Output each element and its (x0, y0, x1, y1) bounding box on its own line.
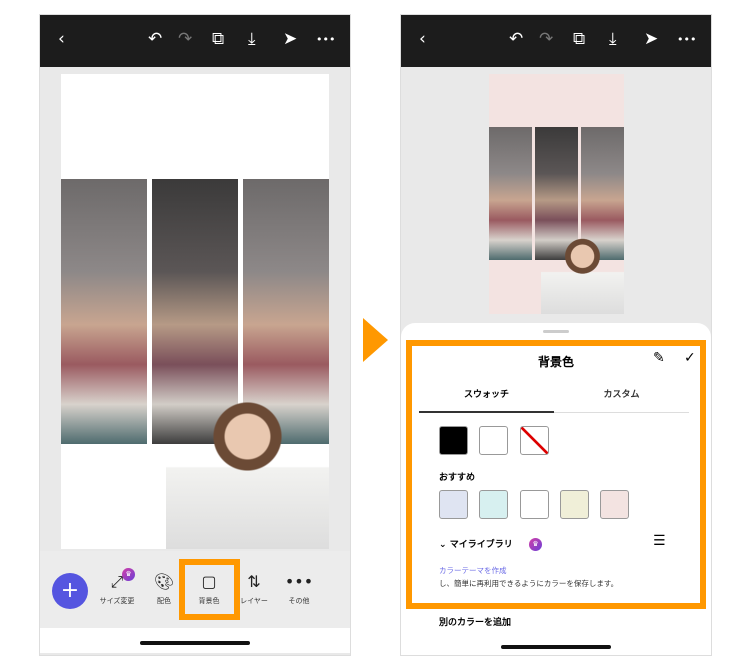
home-indicator (501, 645, 611, 649)
design-canvas[interactable] (489, 74, 624, 314)
add-button[interactable]: + (52, 573, 88, 609)
redo-icon[interactable]: ↷ (539, 29, 553, 49)
share-icon[interactable]: ➤ (283, 29, 297, 49)
person-photo[interactable] (541, 237, 624, 314)
tool-more[interactable]: ••• その他 (274, 571, 324, 606)
parfait-photo-1[interactable] (489, 127, 532, 260)
home-indicator (140, 641, 250, 645)
arrow-icon (363, 318, 388, 362)
top-bar: ‹ ↶ ↷ ⧉ ⤓ ➤ ••• (40, 15, 350, 67)
pages-icon[interactable]: ⧉ (573, 29, 585, 49)
highlight-sheet (406, 340, 706, 609)
download-icon[interactable]: ⤓ (609, 29, 617, 49)
undo-icon[interactable]: ↶ (509, 29, 523, 49)
crown-icon: ♛ (122, 568, 135, 581)
more-icon[interactable]: ••• (677, 33, 696, 46)
more-icon: ••• (284, 572, 314, 591)
undo-icon[interactable]: ↶ (148, 29, 162, 49)
tool-resize[interactable]: ⤢ サイズ変更 ♛ (92, 568, 142, 606)
back-icon[interactable]: ‹ (419, 29, 426, 49)
back-icon[interactable]: ‹ (58, 29, 65, 49)
redo-icon[interactable]: ↷ (178, 29, 192, 49)
parfait-photo-1[interactable] (61, 179, 147, 444)
highlight-background-tool (179, 559, 240, 620)
sheet-handle[interactable] (543, 330, 569, 333)
top-bar: ‹ ↶ ↷ ⧉ ⤓ ➤ ••• (401, 15, 711, 67)
person-photo[interactable] (166, 399, 329, 549)
pages-icon[interactable]: ⧉ (212, 29, 224, 49)
share-icon[interactable]: ➤ (644, 29, 658, 49)
design-canvas[interactable] (61, 74, 329, 549)
add-color-heading[interactable]: 別のカラーを追加 (439, 615, 511, 628)
download-icon[interactable]: ⤓ (248, 29, 256, 49)
more-icon[interactable]: ••• (316, 33, 335, 46)
